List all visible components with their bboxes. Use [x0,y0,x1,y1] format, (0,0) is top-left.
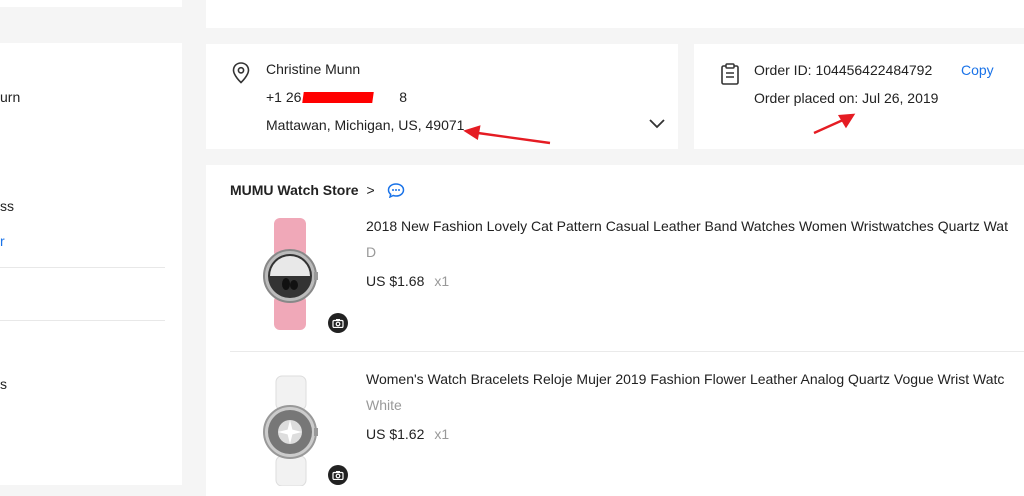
product-title[interactable]: Women's Watch Bracelets Reloje Mujer 201… [366,371,1004,387]
chevron-right-icon: > [366,182,375,198]
product-image[interactable] [230,210,350,330]
recipient-location: Mattawan, Michigan, US, 49071 [266,117,465,133]
chat-icon[interactable] [387,182,405,198]
store-name: MUMU Watch Store [230,182,359,198]
sidebar: urn ss r s [0,43,182,485]
header-panel [206,0,1024,28]
copy-order-id-button[interactable]: Copy [961,62,994,78]
sidebar-top-panel [0,0,182,7]
recipient-name: Christine Munn [266,61,361,77]
phone-prefix: +1 26 [266,89,302,105]
product-variant: D [366,244,377,260]
phone-suffix: 8 [399,89,408,105]
sidebar-divider [0,267,165,268]
store-link[interactable]: MUMU Watch Store > [230,182,375,198]
order-placed-date: Order placed on: Jul 26, 2019 [754,90,939,106]
shipping-address-card: Christine Munn +1 2638 Mattawan, Michiga… [206,44,678,149]
order-id: Order ID: 104456422484792 [754,62,933,78]
chevron-down-icon[interactable] [648,117,666,131]
sidebar-divider [0,320,165,321]
product-title[interactable]: 2018 New Fashion Lovely Cat Pattern Casu… [366,218,1008,234]
product-price: US $1.62 [366,426,425,442]
location-pin-icon [232,62,250,84]
product-quantity: x1 [434,273,450,289]
order-items-card: MUMU Watch Store > 2018 New Fashion Love… [206,165,1024,496]
phone-redaction-mark [302,92,374,103]
product-price-row: US $1.62 x1 [366,426,449,442]
sidebar-item-return[interactable]: urn [0,89,20,105]
camera-icon[interactable] [328,313,348,333]
sidebar-item-active[interactable]: r [0,233,5,249]
camera-icon[interactable] [328,465,348,485]
product-quantity: x1 [434,426,450,442]
product-price: US $1.68 [366,273,425,289]
sidebar-item-settings[interactable]: s [0,376,7,392]
clipboard-icon [721,63,739,85]
product-variant: White [366,397,402,413]
sidebar-item-address[interactable]: ss [0,198,14,214]
product-price-row: US $1.68 x1 [366,273,449,289]
order-info-card: Order ID: 104456422484792 Copy Order pla… [694,44,1024,149]
item-divider [230,351,1024,352]
